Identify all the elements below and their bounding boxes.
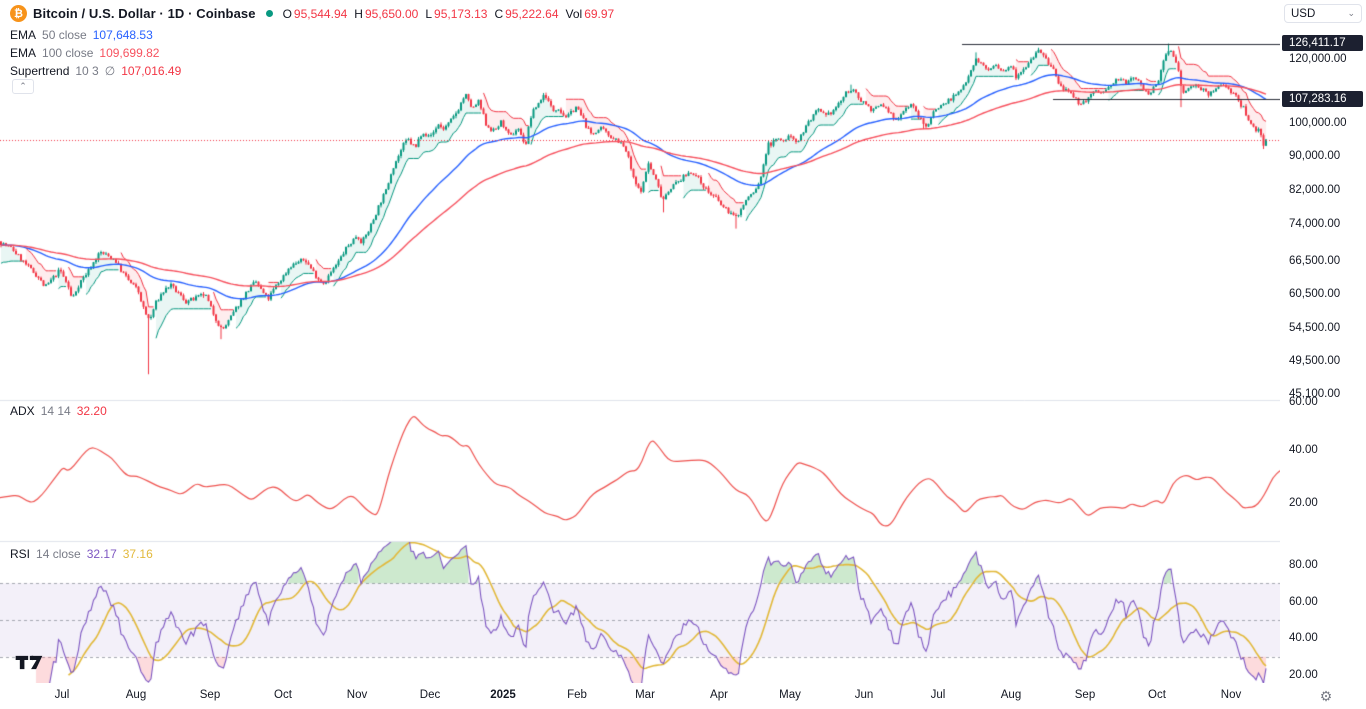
ohlc-label: O <box>283 7 292 21</box>
legend-rsi-value: 32.17 <box>87 547 117 561</box>
currency-dropdown[interactable]: USD ⌄ <box>1284 4 1362 23</box>
legend-ema50-name: EMA <box>10 28 36 42</box>
time-axis[interactable]: ⚙ Jul Aug Sep Oct Nov Dec 2025 Feb Mar Apr May Jun J… <box>0 683 1366 709</box>
chevron-down-icon: ⌄ <box>1347 8 1355 19</box>
time-axis-label: Sep <box>200 689 220 701</box>
time-axis-label: Nov <box>347 689 367 701</box>
legend-supertrend-name: Supertrend <box>10 64 69 78</box>
time-axis-label: Aug <box>1001 689 1021 701</box>
ohlc-label: Vol <box>566 7 583 21</box>
price-axis-label: 60,500.00 <box>1289 288 1340 300</box>
legend-ema50-value: 107,648.53 <box>93 28 153 42</box>
time-axis-label: Jul <box>55 689 70 701</box>
price-axis-label: 40.00 <box>1289 444 1318 456</box>
time-axis-label: Jun <box>855 689 874 701</box>
ohlc-values: O95,544.94 H95,650.00 L95,173.13 C95,222.64… <box>283 7 615 21</box>
time-axis-label: Sep <box>1075 689 1095 701</box>
time-axis-label: Oct <box>1148 689 1166 701</box>
price-axis-label: 90,000.00 <box>1289 150 1340 162</box>
legend-ema100-name: EMA <box>10 46 36 60</box>
legend-ema100[interactable]: EMA 100 close 109,699.82 <box>10 46 159 60</box>
legend-rsi-ma-value: 37.16 <box>123 547 153 561</box>
tradingview-chart-window: ₿ Bitcoin / U.S. Dollar · 1D · Coinbase … <box>0 0 1366 709</box>
bitcoin-icon: ₿ <box>10 5 27 22</box>
time-axis-label: 2025 <box>490 689 516 701</box>
ohlc-value: 95,173.13 <box>434 7 487 21</box>
legend-ema50[interactable]: EMA 50 close 107,648.53 <box>10 28 153 42</box>
price-axis-label: 54,500.00 <box>1289 322 1340 334</box>
legend-rsi-params: 14 close <box>36 547 81 561</box>
ohlc-label: C <box>494 7 503 21</box>
legend-adx-name: ADX <box>10 404 35 418</box>
legend-supertrend[interactable]: Supertrend 10 3 ∅ 107,016.49 <box>10 64 181 78</box>
time-axis-label: Oct <box>274 689 292 701</box>
time-axis-label: Jul <box>931 689 946 701</box>
price-axis-label: 60.00 <box>1289 596 1318 608</box>
chart-canvas[interactable] <box>0 0 1366 709</box>
legend-adx-params: 14 14 <box>41 404 71 418</box>
price-axis-label: 20.00 <box>1289 497 1318 509</box>
ohlc-value: 95,222.64 <box>505 7 558 21</box>
legend-ema100-params: 100 close <box>42 46 93 60</box>
price-axis-label: 49,500.00 <box>1289 355 1340 367</box>
legend-ema50-params: 50 close <box>42 28 87 42</box>
price-level-badge: 107,283.16 <box>1282 91 1363 107</box>
price-axis-label: 80.00 <box>1289 559 1318 571</box>
ohlc-label: H <box>354 7 363 21</box>
legend-supertrend-params: 10 3 <box>75 64 98 78</box>
price-axis-label: 120,000.00 <box>1289 53 1347 65</box>
ohlc-value: 95,650.00 <box>365 7 418 21</box>
ohlc-value: 69.97 <box>584 7 614 21</box>
time-axis-label: Apr <box>710 689 728 701</box>
price-axis[interactable]: USD ⌄ 120,000.00 100,000.00 90,000.00 82,00… <box>1280 0 1366 683</box>
price-axis-label: 20.00 <box>1289 669 1318 681</box>
time-axis-label: Feb <box>567 689 587 701</box>
market-status-icon <box>266 10 273 17</box>
time-axis-label: Nov <box>1221 689 1241 701</box>
symbol-header: ₿ Bitcoin / U.S. Dollar · 1D · Coinbase … <box>10 5 614 22</box>
legend-supertrend-prefix: ∅ <box>105 64 115 78</box>
time-axis-label: Mar <box>635 689 655 701</box>
ohlc-value: 95,544.94 <box>294 7 347 21</box>
legend-adx[interactable]: ADX 14 14 32.20 <box>10 404 107 418</box>
time-axis-label: Dec <box>420 689 440 701</box>
ohlc-label: L <box>425 7 432 21</box>
symbol-title[interactable]: Bitcoin / U.S. Dollar · 1D · Coinbase <box>33 6 256 21</box>
price-axis-label: 82,000.00 <box>1289 184 1340 196</box>
price-level-badge: 126,411.17 <box>1282 35 1363 51</box>
price-axis-label: 100,000.00 <box>1289 117 1347 129</box>
price-axis-label: 74,000.00 <box>1289 218 1340 230</box>
price-axis-label: 40.00 <box>1289 632 1318 644</box>
collapse-legend-button[interactable]: ⌃ <box>12 79 34 94</box>
gear-icon[interactable]: ⚙ <box>1316 686 1336 706</box>
legend-supertrend-value: 107,016.49 <box>121 64 181 78</box>
currency-label: USD <box>1291 8 1315 20</box>
time-axis-label: Aug <box>126 689 146 701</box>
tradingview-logo[interactable] <box>14 653 44 677</box>
price-axis-label: 60.00 <box>1289 396 1318 408</box>
legend-rsi[interactable]: RSI 14 close 32.17 37.16 <box>10 547 153 561</box>
legend-adx-value: 32.20 <box>77 404 107 418</box>
price-axis-label: 66,500.00 <box>1289 255 1340 267</box>
legend-rsi-name: RSI <box>10 547 30 561</box>
time-axis-label: May <box>779 689 801 701</box>
legend-ema100-value: 109,699.82 <box>99 46 159 60</box>
